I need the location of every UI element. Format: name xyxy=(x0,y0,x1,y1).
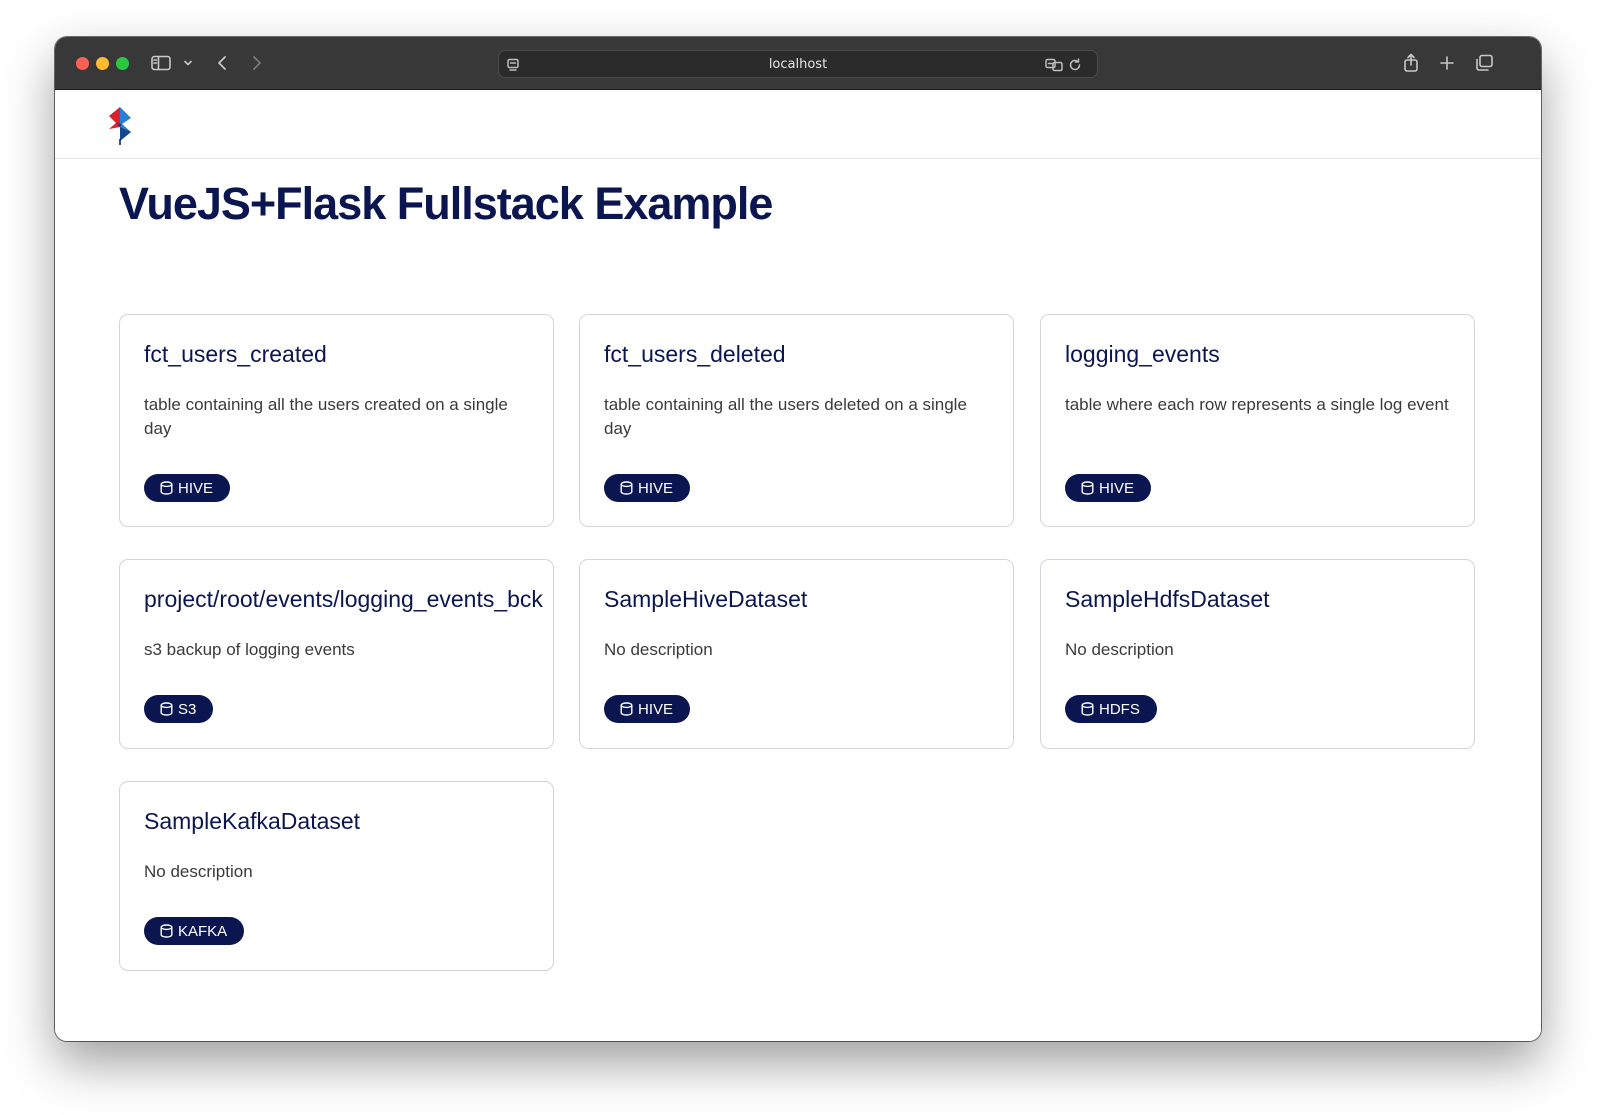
dataset-card[interactable]: fct_users_deleted table containing all t… xyxy=(579,314,1014,527)
dataset-type-badge: HIVE xyxy=(1065,474,1152,502)
database-icon xyxy=(160,481,173,495)
address-bar[interactable]: localhost xyxy=(498,50,1098,78)
dataset-card[interactable]: SampleHdfsDataset No description HDFS xyxy=(1040,559,1475,749)
dataset-description: No description xyxy=(1065,640,1174,659)
dataset-type-label: HIVE xyxy=(638,479,674,497)
dataset-type-label: HIVE xyxy=(638,700,674,718)
dataset-type-label: KAFKA xyxy=(178,922,228,940)
database-icon xyxy=(1081,702,1094,716)
database-icon xyxy=(620,702,633,716)
database-icon xyxy=(620,481,633,495)
dataset-card[interactable]: fct_users_created table containing all t… xyxy=(119,314,554,527)
dataset-type-badge: KAFKA xyxy=(144,917,245,945)
sidebar-toggle-icon[interactable] xyxy=(150,51,172,75)
brand-logo-icon[interactable] xyxy=(104,105,136,145)
chevron-down-icon[interactable] xyxy=(182,51,194,75)
minimize-window-button[interactable] xyxy=(96,57,109,70)
dataset-description: table containing all the users deleted o… xyxy=(604,395,967,438)
dataset-card[interactable]: project/root/events/logging_events_bck s… xyxy=(119,559,554,749)
dataset-description: s3 backup of logging events xyxy=(144,640,355,659)
dataset-title[interactable]: SampleHiveDataset xyxy=(604,584,807,614)
dataset-title[interactable]: fct_users_deleted xyxy=(604,339,786,369)
dataset-card[interactable]: logging_events table where each row repr… xyxy=(1040,314,1475,527)
dataset-description: table containing all the users created o… xyxy=(144,395,508,438)
dataset-type-label: HIVE xyxy=(1099,479,1135,497)
translate-icon[interactable] xyxy=(1045,56,1063,74)
site-header xyxy=(55,90,1541,159)
browser-window: localhost VueJS+Flask Fullstack Example … xyxy=(55,37,1541,1041)
dataset-type-badge: S3 xyxy=(144,695,214,723)
dataset-title[interactable]: SampleHdfsDataset xyxy=(1065,584,1270,614)
desktop-stage: localhost VueJS+Flask Fullstack Example … xyxy=(0,0,1597,1115)
dataset-type-badge: HIVE xyxy=(604,695,691,723)
database-icon xyxy=(160,924,173,938)
address-url: localhost xyxy=(768,57,828,72)
page-title: VueJS+Flask Fullstack Example xyxy=(119,178,773,229)
dataset-description: No description xyxy=(144,862,253,881)
web-page: VueJS+Flask Fullstack Example fct_users_… xyxy=(55,90,1541,1041)
reload-icon[interactable] xyxy=(1068,56,1082,74)
tab-overview-icon[interactable] xyxy=(1473,51,1495,75)
dataset-title[interactable]: project/root/events/logging_events_bck xyxy=(144,584,543,614)
dataset-description: table where each row represents a single… xyxy=(1065,395,1449,414)
dataset-type-badge: HIVE xyxy=(144,474,231,502)
dataset-card[interactable]: SampleKafkaDataset No description KAFKA xyxy=(119,781,554,971)
database-icon xyxy=(1081,481,1094,495)
dataset-type-label: HIVE xyxy=(178,479,214,497)
dataset-type-label: S3 xyxy=(178,700,197,718)
new-tab-icon[interactable] xyxy=(1437,51,1457,75)
dataset-type-badge: HIVE xyxy=(604,474,691,502)
maximize-window-button[interactable] xyxy=(116,57,129,70)
dataset-title[interactable]: fct_users_created xyxy=(144,339,327,369)
forward-arrow-icon[interactable] xyxy=(248,51,266,75)
dataset-description: No description xyxy=(604,640,713,659)
dataset-card[interactable]: SampleHiveDataset No description HIVE xyxy=(579,559,1014,749)
dataset-title[interactable]: logging_events xyxy=(1065,339,1220,369)
browser-toolbar: localhost xyxy=(55,37,1541,90)
dataset-type-badge: HDFS xyxy=(1065,695,1157,723)
back-arrow-icon[interactable] xyxy=(213,51,231,75)
close-window-button[interactable] xyxy=(76,57,89,70)
dataset-title[interactable]: SampleKafkaDataset xyxy=(144,806,360,836)
share-icon[interactable] xyxy=(1401,51,1421,75)
database-icon xyxy=(160,702,173,716)
dataset-type-label: HDFS xyxy=(1099,700,1140,718)
